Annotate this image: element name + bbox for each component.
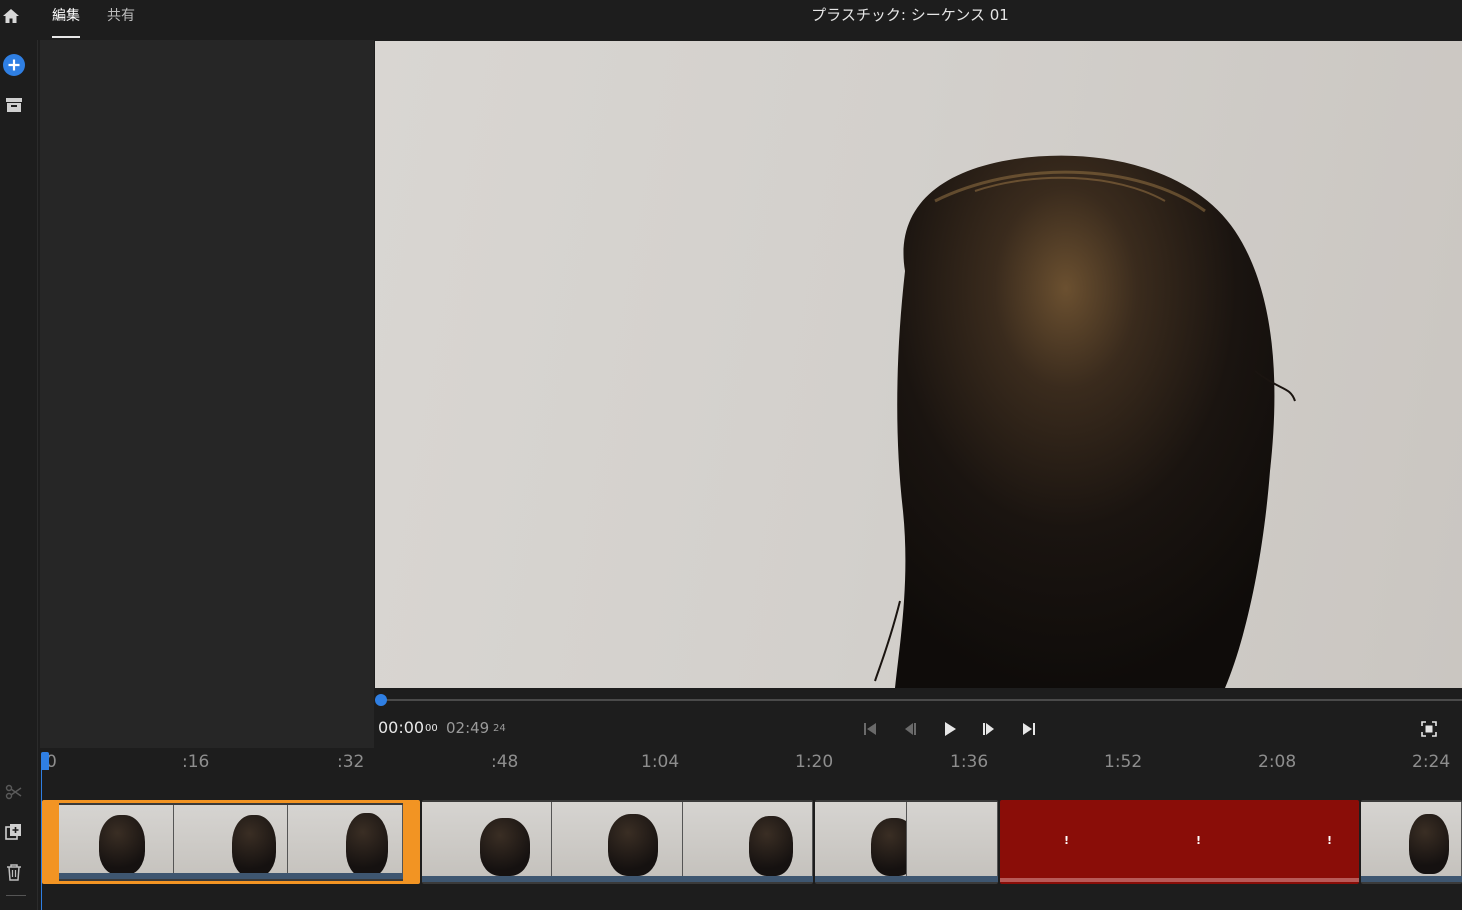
go-to-start-icon[interactable] [859, 718, 881, 740]
timeline-ruler[interactable]: 0 :16 :32 :48 1:04 1:20 1:36 1:52 2:08 2… [40, 748, 1462, 788]
clip-thumbnails [815, 802, 998, 876]
offline-marker: ! [1327, 834, 1333, 847]
clip-thumbnails [1361, 802, 1462, 876]
left-toolbar [0, 40, 38, 910]
add-circle-icon[interactable] [3, 54, 25, 76]
timeline-clip[interactable] [1361, 800, 1462, 884]
clip-thumbnail [1361, 802, 1462, 876]
app-window: 編集 共有 プラスチック: シーケンス 01 00:00 00 02:49 24… [0, 0, 1462, 910]
clip-audio-strip [45, 873, 417, 879]
playhead[interactable] [41, 752, 49, 770]
tab-share[interactable]: 共有 [107, 5, 135, 37]
clip-thumbnail [173, 805, 289, 879]
clip-thumbnail [288, 805, 404, 879]
ruler-tick: 1:52 [1104, 752, 1143, 772]
clip-thumbnail [59, 805, 174, 879]
clip-audio-strip [1361, 876, 1462, 882]
step-back-icon[interactable] [899, 718, 921, 740]
fit-screen-icon[interactable] [1418, 718, 1440, 740]
clip-audio-strip [422, 876, 813, 882]
offline-marker: ! [1196, 834, 1202, 847]
timeline-clip[interactable] [422, 800, 813, 884]
scissors-icon[interactable] [4, 782, 24, 802]
ruler-tick: :16 [182, 752, 210, 772]
clip-thumbnail [682, 802, 813, 876]
go-to-end-icon[interactable] [1018, 718, 1040, 740]
media-panel [40, 40, 374, 748]
clip-thumbnails [422, 802, 813, 876]
ruler-tick: 1:04 [641, 752, 680, 772]
trim-handle-right[interactable] [403, 803, 417, 881]
clip-thumbnail [906, 802, 998, 876]
offline-marker: ! [1064, 834, 1070, 847]
top-bar: 編集 共有 プラスチック: シーケンス 01 [0, 0, 1462, 40]
trim-handle-left[interactable] [45, 803, 59, 881]
current-timecode: 00:00 [378, 718, 425, 737]
offline-clip[interactable]: ! ! ! [1000, 800, 1359, 884]
play-icon[interactable] [939, 718, 961, 740]
total-frames: 24 [493, 723, 506, 734]
preview-frame-image [874, 155, 1296, 688]
video-preview [375, 41, 1462, 688]
scrubber-track[interactable] [380, 699, 1462, 701]
video-track: ! ! ! [40, 800, 1462, 886]
home-icon[interactable] [0, 4, 22, 28]
ruler-tick: 1:36 [950, 752, 989, 772]
clip-thumbnails [59, 805, 404, 879]
duplicate-icon[interactable] [4, 822, 24, 842]
ruler-tick: 2:24 [1412, 752, 1451, 772]
ruler-tick: 2:08 [1258, 752, 1297, 772]
total-duration: 02:49 [446, 719, 490, 737]
trash-icon[interactable] [4, 862, 24, 882]
archive-icon[interactable] [3, 94, 25, 116]
clip-audio-strip [815, 876, 998, 882]
clip-thumbnail [552, 802, 683, 876]
step-forward-icon[interactable] [978, 718, 1000, 740]
ruler-tick: :48 [491, 752, 519, 772]
tab-edit[interactable]: 編集 [52, 5, 80, 38]
timeline-clip[interactable] [815, 800, 998, 884]
ruler-tick: 1:20 [795, 752, 834, 772]
sequence-title: プラスチック: シーケンス 01 [811, 6, 1009, 24]
ruler-tick: :32 [337, 752, 365, 772]
playhead-line [41, 768, 42, 910]
timeline-clip[interactable] [42, 800, 420, 884]
divider [6, 895, 26, 896]
scrubber-handle[interactable] [375, 694, 387, 706]
clip-thumbnail [815, 802, 907, 876]
clip-audio-strip [1000, 878, 1359, 882]
clip-thumbnail [422, 802, 553, 876]
current-frames: 00 [425, 723, 438, 734]
